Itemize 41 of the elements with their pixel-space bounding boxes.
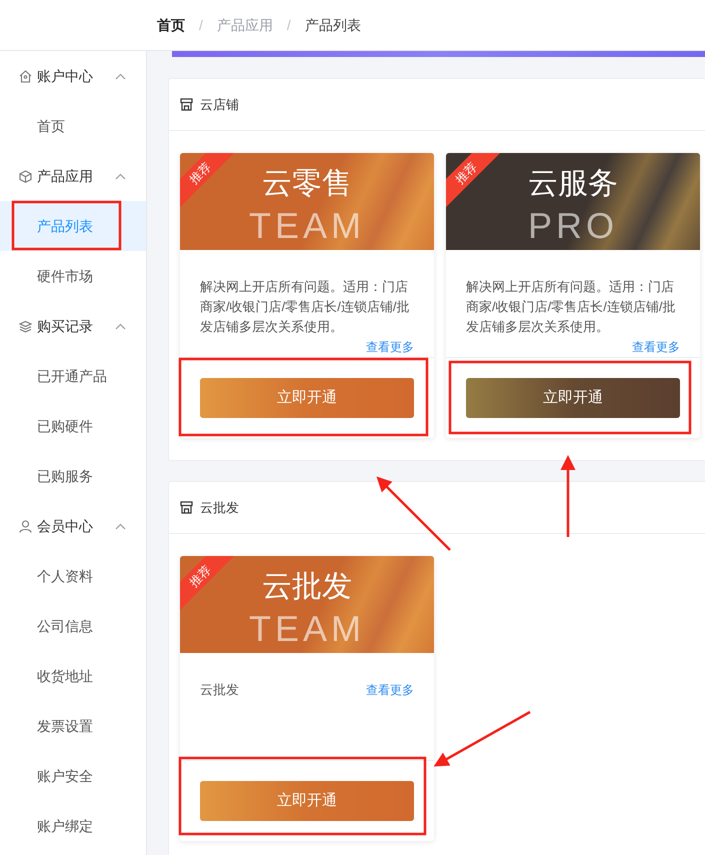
sidebar-item[interactable]: 首页 [0, 101, 146, 151]
house-icon [18, 68, 33, 84]
person-icon [18, 518, 33, 534]
watermark-text: TEAM [248, 207, 365, 245]
breadcrumb-separator: / [286, 16, 291, 34]
product-title: 云服务 [528, 167, 618, 201]
product-description: 解决网上开店所有问题。适用：门店商家/收银门店/零售店长/连锁店铺/批发店铺多层次关系使用。 [200, 278, 410, 336]
sidebar-item[interactable]: 已开通产品 [0, 351, 146, 401]
shop-icon [180, 501, 193, 514]
product-description: 解决网上开店所有问题。适用：门店商家/收银门店/零售店长/连锁店铺/批发店铺多层次关系使用。 [466, 278, 676, 336]
sidebar-item[interactable]: 已购服务 [0, 451, 146, 501]
sidebar-item[interactable]: 账户安全 [0, 751, 146, 801]
sidebar-item[interactable]: 账户绑定 [0, 801, 146, 851]
watermark-text: TEAM [248, 610, 365, 648]
sidebar-item[interactable]: 个人资料 [0, 551, 146, 601]
product-description: 云批发 [200, 681, 239, 699]
breadcrumb-link[interactable]: 首页 [157, 14, 185, 36]
product-title: 云零售 [262, 167, 352, 201]
cube-icon [18, 168, 33, 184]
section-title: 云店铺 [200, 96, 239, 114]
sidebar-item[interactable]: 硬件市场 [0, 251, 146, 301]
sidebar-item[interactable]: 公司信息 [0, 601, 146, 651]
sidebar-group[interactable]: 会员中心 [0, 501, 146, 551]
product-title: 云批发 [262, 570, 352, 604]
layers-icon [18, 318, 33, 334]
chevron-up-icon [115, 172, 126, 180]
sidebar-item[interactable]: 收货地址 [0, 651, 146, 701]
breadcrumb-current: 产品列表 [304, 16, 361, 34]
section-title: 云批发 [200, 498, 239, 517]
sidebar-item[interactable]: 已购硬件 [0, 401, 146, 451]
shop-icon [180, 98, 193, 111]
chevron-up-icon [115, 322, 126, 330]
sidebar-group[interactable]: 账户中心 [0, 51, 146, 101]
sidebar-group[interactable]: 购买记录 [0, 301, 146, 351]
watermark-text: PRO [528, 207, 618, 245]
sidebar-group[interactable]: 产品应用 [0, 151, 146, 201]
chevron-up-icon [115, 522, 126, 530]
breadcrumb-separator: / [199, 16, 203, 34]
chevron-up-icon [115, 72, 126, 80]
sidebar-item[interactable]: 发票设置 [0, 701, 146, 751]
activate-button[interactable]: 立即开通 [466, 378, 680, 418]
